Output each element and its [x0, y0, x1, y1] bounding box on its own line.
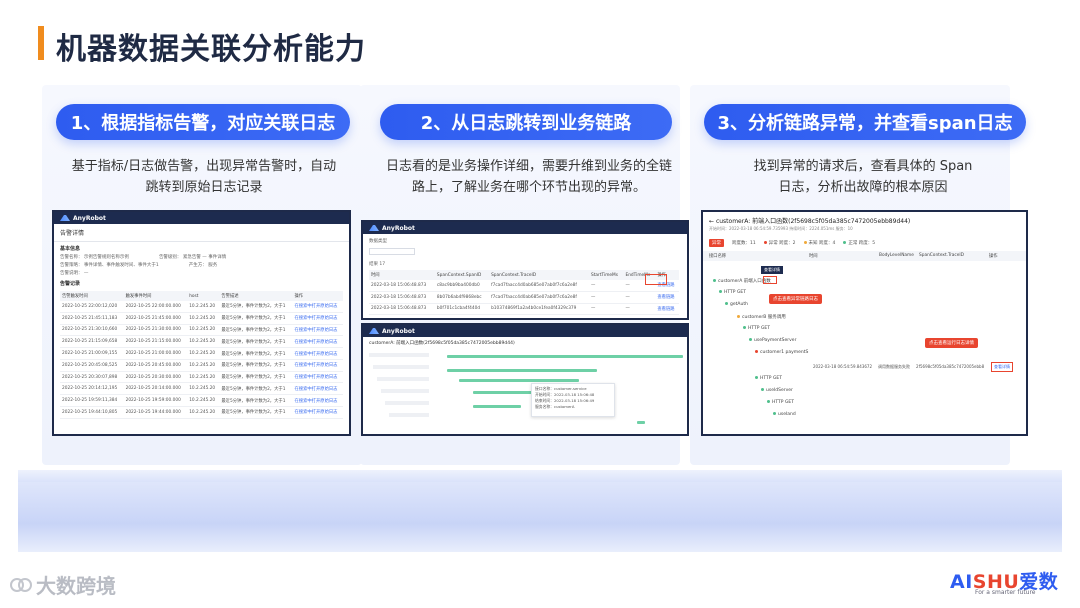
view-trace-link[interactable]: 查看链路: [655, 303, 679, 316]
step-1-desc: 基于指标/日志做告警，出现异常告警时，自动 跳转到原始日志记录: [71, 159, 337, 195]
tree-node[interactable]: HTTP GET: [767, 400, 794, 405]
span-bar: [637, 421, 645, 424]
open-raw-log-link[interactable]: 在搜索中打开原始日志: [292, 359, 343, 372]
span-table: 时间 SpanContext.SpanID SpanContext.TraceI…: [369, 270, 679, 316]
dashukuajing-logo: 大数跨境: [10, 570, 116, 599]
trace-title: customerA: 前端入口函数(2f5698c5f05da385c74720…: [369, 341, 515, 346]
anyrobot-logo-icon: [60, 215, 70, 221]
step-1-pill: 1、根据指标告警，对应关联日志: [56, 104, 350, 140]
step-3-pill: 3、分析链路异常，并查看span日志: [704, 104, 1026, 140]
table-row[interactable]: 2022-10-25 20:30:07,898 2022-10-25 20:30:…: [60, 371, 343, 384]
table-row[interactable]: 2022-10-25 20:14:12,195 2022-10-25 20:14:…: [60, 382, 343, 396]
table-row[interactable]: 2022-10-25 21:15:09,658 2022-10-25 21:15:…: [60, 335, 343, 349]
trace-title: ← customerA: 前端入口函数(2f5698c5f05da385c747…: [709, 218, 911, 225]
table-row[interactable]: 2022-10-25 21:45:11,183 2022-10-25 21:45:…: [60, 312, 343, 325]
table-row[interactable]: 2022-10-25 19:44:10,805 2022-10-25 19:44:…: [60, 406, 343, 419]
open-raw-log-link[interactable]: 在搜索中打开原始日志: [292, 301, 343, 313]
span-tooltip: 接口名称：customer-service 开始时间：2022-03-18 15…: [531, 383, 615, 417]
trace-stats: 异常 跨度数：11 异常 跨度：2 未知 跨度：4 正常 跨度：5: [703, 232, 1026, 251]
page-title: 机器数据关联分析能力: [56, 32, 366, 67]
alarm-records-table: 告警触发时间 触发事件时间 host 告警描述 操作 2022-10-25 22…: [60, 291, 343, 419]
platform: [18, 482, 1062, 552]
table-row[interactable]: 2022-10-25 21:00:09,155 2022-10-25 21:00:…: [60, 347, 343, 360]
span-analysis-screenshot: ← customerA: 前端入口函数(2f5698c5f05da385c747…: [701, 210, 1028, 436]
table-row[interactable]: 2022-03-18 15:06:48.873 b0f701c1cba4f440d…: [369, 303, 679, 316]
log-search-screenshot: AnyRobot 数据类型 结果 17 时间 SpanContext.SpanI…: [361, 220, 689, 320]
open-raw-log-link[interactable]: 在搜索中打开原始日志: [292, 347, 343, 360]
tree-node[interactable]: useIand: [773, 412, 796, 417]
span-table-header: 接口名称 时间 BodyLevelName SpanContext.TraceI…: [703, 251, 1026, 261]
error-log-tag: 点击查看异常链路日志: [769, 294, 822, 304]
run-log-tag: 点击查看运行日志详情: [925, 338, 978, 348]
span-bar: [473, 405, 521, 408]
open-raw-log-link[interactable]: 在搜索中打开原始日志: [292, 371, 343, 384]
tree-node[interactable]: useIdServer: [761, 388, 793, 393]
view-detail-link[interactable]: 查看详情: [991, 362, 1013, 372]
step-3-desc: 找到异常的请求后，查看具体的 Span 日志，分析出故障的根本原因: [753, 159, 973, 195]
app-navbar: AnyRobot: [54, 212, 349, 224]
open-raw-log-link[interactable]: 在搜索中打开原始日志: [292, 335, 343, 349]
tree-node[interactable]: HTTP GET: [743, 326, 770, 331]
span-log-row: 2022-03-18 06:54:59.843672 调用数据服务失败 2f56…: [813, 364, 985, 369]
span-bar: [459, 379, 579, 382]
tree-node[interactable]: customerB 服务调用: [737, 314, 786, 320]
tree-node[interactable]: HTTP GET: [755, 376, 782, 381]
error-node-highlight: [763, 276, 777, 284]
brand-tagline: For a smarter future: [975, 589, 1036, 596]
open-raw-log-link[interactable]: 在搜索中打开原始日志: [292, 324, 343, 337]
view-trace-link[interactable]: 查看链路: [655, 291, 679, 304]
back-arrow-icon[interactable]: ←: [709, 218, 714, 225]
alarm-detail-header: 告警详情: [54, 224, 349, 242]
open-raw-log-link[interactable]: 在搜索中打开原始日志: [292, 394, 343, 408]
open-raw-log-link[interactable]: 在搜索中打开原始日志: [292, 406, 343, 419]
tree-node[interactable]: customer1 paymentS: [755, 350, 808, 355]
open-raw-log-link[interactable]: 在搜索中打开原始日志: [292, 312, 343, 325]
table-row[interactable]: 2022-10-25 21:30:10,660 2022-10-25 21:30:…: [60, 324, 343, 337]
alarm-detail-screenshot: AnyRobot 告警详情 基本信息 告警名称： 示例告警规则名称示例 告警级别…: [52, 210, 351, 436]
tree-node[interactable]: usePaymentServer: [749, 338, 796, 343]
table-row[interactable]: 2022-03-18 15:06:48.873 8b07b6ab4f9868ebc…: [369, 291, 679, 304]
view-detail-badge[interactable]: 查看详情: [761, 266, 783, 274]
tree-node[interactable]: getAuth: [725, 302, 748, 307]
table-row[interactable]: 2022-10-25 19:59:11,384 2022-10-25 19:59:…: [60, 394, 343, 408]
app-navbar: AnyRobot: [363, 222, 687, 234]
table-row[interactable]: 2022-10-25 20:45:08,525 2022-10-25 20:45:…: [60, 359, 343, 372]
span-bar: [447, 355, 683, 358]
filter-input[interactable]: [369, 248, 415, 255]
watermark-logo-icon: [10, 577, 32, 592]
view-trace-highlight: [645, 274, 667, 285]
tree-node[interactable]: HTTP GET: [719, 290, 746, 295]
open-raw-log-link[interactable]: 在搜索中打开原始日志: [292, 382, 343, 396]
step-2-pill: 2、从日志跳转到业务链路: [380, 104, 672, 140]
table-row[interactable]: 2022-10-25 22:00:12,020 2022-10-25 22:00:…: [60, 301, 343, 313]
filter-chip[interactable]: 异常: [709, 239, 724, 247]
table-row[interactable]: 2022-03-18 15:06:48.873 c8ac9bb9ba400db0 f…: [369, 280, 679, 292]
anyrobot-logo-icon: [369, 225, 379, 231]
trace-tree: [369, 353, 429, 425]
span-bar: [447, 369, 597, 372]
step-2-desc: 日志看的是业务操作详细，需要升维到业务的全链 路上，了解业务在哪个环节出现的异常…: [385, 159, 672, 195]
trace-timeline-screenshot: AnyRobot customerA: 前端入口函数(2f5698c5f05da…: [361, 323, 689, 436]
anyrobot-logo-icon: [369, 328, 379, 334]
app-navbar: AnyRobot: [363, 325, 687, 337]
title-accent-bar: [38, 26, 44, 60]
